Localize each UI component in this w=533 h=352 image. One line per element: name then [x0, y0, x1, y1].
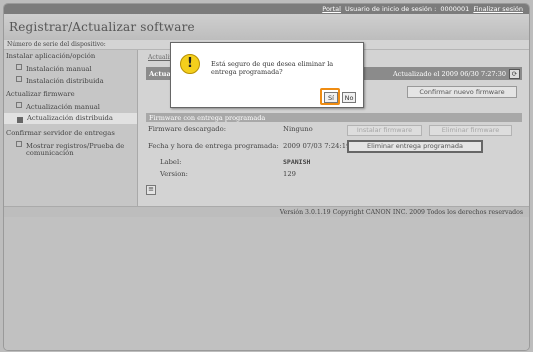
- portal-link[interactable]: Portal: [322, 5, 341, 13]
- collapse-icon[interactable]: ≡: [146, 185, 156, 195]
- sidebar-item-update-manual[interactable]: Actualización manual: [16, 102, 100, 111]
- bullet-selected-icon: [17, 117, 23, 123]
- label-label: Label:: [160, 158, 182, 166]
- user-id: 0000001: [440, 5, 470, 13]
- delete-scheduled-delivery-button[interactable]: Eliminar entrega programada: [347, 140, 483, 153]
- install-firmware-button[interactable]: Instalar firmware: [347, 125, 422, 136]
- sidebar-item-label: Instalación manual: [26, 65, 92, 73]
- warning-icon: !: [180, 54, 200, 74]
- sidebar-item-label: Instalación distribuida: [26, 77, 104, 85]
- bullet-icon: [16, 102, 22, 108]
- sidebar-item-install-manual[interactable]: Instalación manual: [16, 64, 92, 73]
- version-value: 129: [283, 170, 296, 178]
- bullet-icon: [16, 141, 22, 147]
- page-title: Registrar/Actualizar software: [9, 20, 195, 34]
- confirm-dialog: ! Está seguro de que desea eliminar la e…: [170, 42, 364, 108]
- confirm-new-firmware-button[interactable]: Confirmar nuevo firmware: [407, 86, 517, 98]
- sidebar-item-label-cont: comunicación: [26, 149, 74, 157]
- top-bar: Portal Usuario de inicio de sesión : 000…: [4, 4, 529, 14]
- bullet-icon: [16, 76, 22, 82]
- serial-label: Número de serie del dispositivo:: [7, 41, 106, 48]
- title-bar: Registrar/Actualizar software: [4, 14, 529, 41]
- sidebar-group-update: Actualizar firmware: [6, 90, 75, 98]
- logout-link[interactable]: Finalizar sesión: [473, 5, 523, 13]
- no-button[interactable]: No: [342, 92, 356, 103]
- user-label: Usuario de inicio de sesión :: [345, 5, 437, 13]
- version-label: Version:: [160, 170, 188, 178]
- scheduled-date-label: Fecha y hora de entrega programada:: [148, 142, 279, 150]
- downloaded-value: Ninguno: [283, 125, 313, 133]
- yes-button[interactable]: Sí: [324, 92, 338, 103]
- footer: Versión 3.0.1.19 Copyright CANON INC. 20…: [4, 206, 529, 217]
- updated-timestamp: Actualizado el 2009 06/30 7:27:30: [392, 70, 506, 78]
- dialog-message: Está seguro de que desea eliminar la ent…: [211, 60, 334, 76]
- sidebar-group-install: Instalar aplicación/opción: [6, 52, 96, 60]
- sidebar-group-server: Confirmar servidor de entregas: [6, 129, 115, 137]
- bullet-icon: [16, 64, 22, 70]
- copyright-text: Versión 3.0.1.19 Copyright CANON INC. 20…: [279, 209, 523, 216]
- section-header: Firmware con entrega programada: [146, 113, 522, 122]
- delete-firmware-button[interactable]: Eliminar firmware: [429, 125, 512, 136]
- downloaded-label: Firmware descargado:: [148, 125, 226, 133]
- sidebar-item-label: Actualización manual: [26, 103, 100, 111]
- label-value: SPANISH: [283, 158, 311, 166]
- refresh-icon[interactable]: ⟳: [509, 69, 520, 79]
- sidebar-item-label: Actualización distribuida: [27, 114, 113, 122]
- sidebar: Instalar aplicación/opción Instalación m…: [4, 50, 138, 206]
- scheduled-date-value: 2009 07/03 7:24:19: [283, 142, 351, 150]
- page-background: [4, 217, 529, 350]
- sidebar-item-update-distributed[interactable]: Actualización distribuida: [4, 113, 137, 124]
- section-title: Firmware con entrega programada: [149, 114, 266, 122]
- sidebar-item-install-distributed[interactable]: Instalación distribuida: [16, 76, 104, 85]
